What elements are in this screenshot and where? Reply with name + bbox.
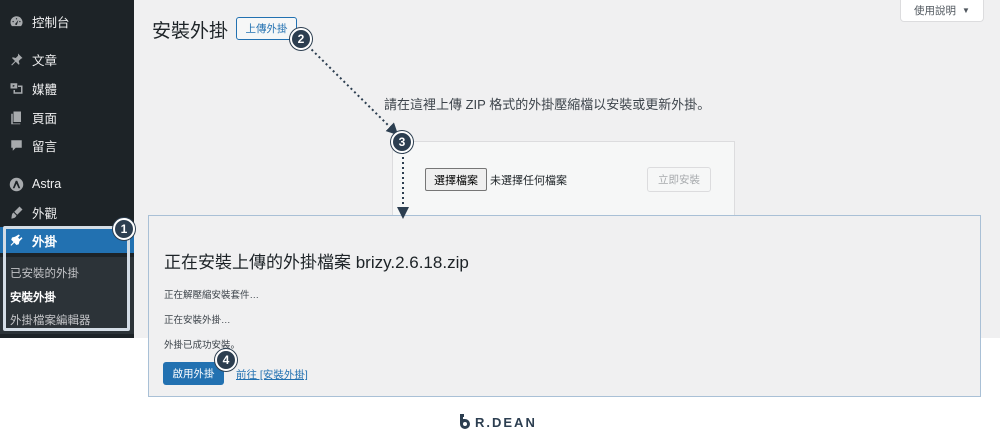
logo-mark-icon [460, 414, 470, 429]
arrow-step2-to-step3 [307, 45, 399, 136]
callout-badge-2: 2 [290, 28, 312, 50]
callout-arrows [307, 45, 409, 219]
logo-text: R.DEAN [475, 415, 537, 430]
callout-badge-3: 3 [391, 131, 413, 153]
callout-badge-1: 1 [113, 218, 135, 240]
drdean-logo: R.DEAN [458, 408, 537, 430]
callout-badge-4: 4 [215, 349, 237, 371]
